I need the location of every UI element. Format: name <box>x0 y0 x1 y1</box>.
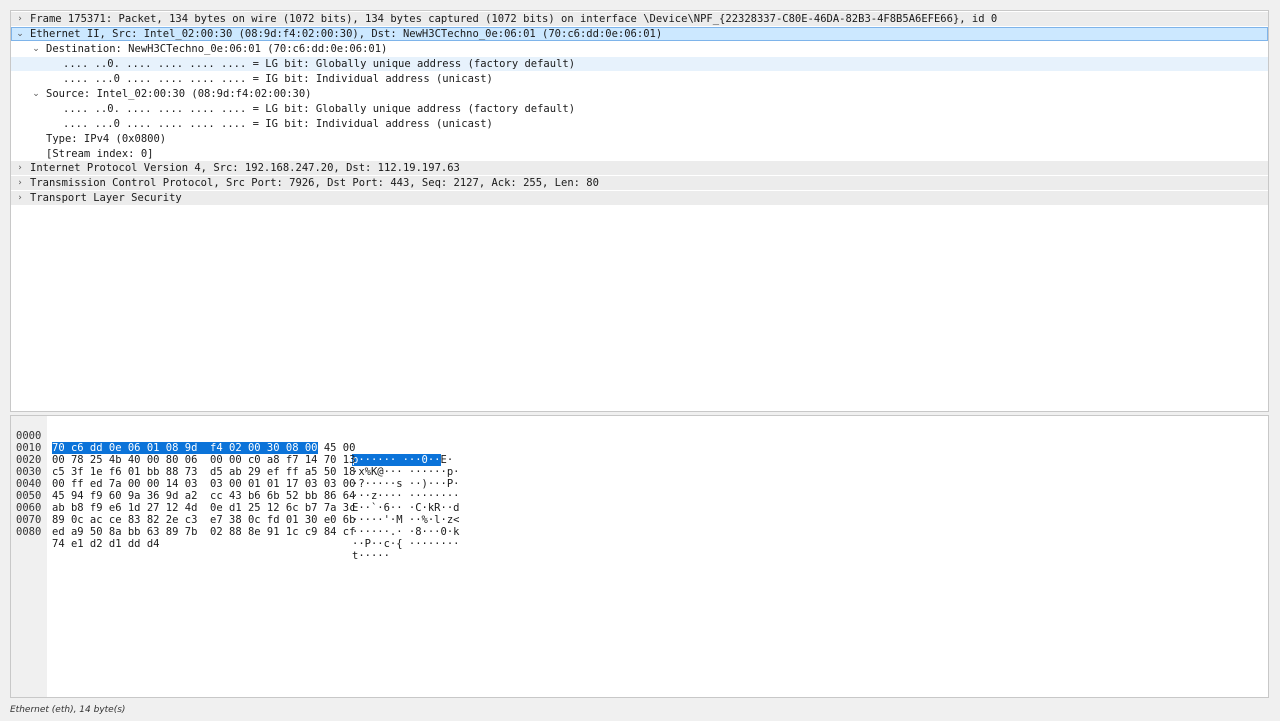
status-text: Ethernet (eth), 14 byte(s) <box>10 705 126 715</box>
tree-item-label: Frame 175371: Packet, 134 bytes on wire … <box>30 13 998 25</box>
byte-row[interactable]: 0060 89 0c ac ce 83 82 2e c3 e7 38 0c fd… <box>11 490 1268 538</box>
packet-bytes-pane[interactable]: 0000 70 c6 dd 0e 06 01 08 9d f4 02 00 30… <box>10 415 1269 698</box>
byte-row[interactable]: 0020 c5 3f 1e f6 01 bb 88 73 d5 ab 29 ef… <box>11 442 1268 490</box>
chevron-down-icon[interactable]: ⌄ <box>31 87 41 101</box>
packet-details-pane[interactable]: › Frame 175371: Packet, 134 bytes on wir… <box>10 10 1269 412</box>
status-bar: Ethernet (eth), 14 byte(s) <box>10 705 125 715</box>
byte-row[interactable]: 0080 74 e1 d2 d1 dd d4 t····· <box>11 514 1268 562</box>
tree-item-type[interactable]: Type: IPv4 (0x0800) <box>11 132 1268 146</box>
tree-item-dst-lg-bit[interactable]: .... ..0. .... .... .... .... = LG bit: … <box>11 57 1268 71</box>
byte-offset: 0080 <box>16 526 42 538</box>
tree-item-label: .... ...0 .... .... .... .... = IG bit: … <box>63 73 493 85</box>
byte-row[interactable]: 0040 45 94 f9 60 9a 36 9d a2 cc 43 b6 6b… <box>11 466 1268 514</box>
tree-item-ethernet[interactable]: ⌄ Ethernet II, Src: Intel_02:00:30 (08:9… <box>11 27 1268 41</box>
tree-item-label: Internet Protocol Version 4, Src: 192.16… <box>30 162 460 174</box>
hex-bytes[interactable]: 74 e1 d2 d1 dd d4 <box>52 538 159 550</box>
chevron-right-icon[interactable]: › <box>15 176 25 190</box>
tree-item-label: Transmission Control Protocol, Src Port:… <box>30 177 599 189</box>
hex-bytes[interactable]: ed a9 50 8a bb 63 89 7b 02 88 8e 91 1c c… <box>52 526 355 538</box>
tree-item-src-lg-bit[interactable]: .... ..0. .... .... .... .... = LG bit: … <box>11 102 1268 116</box>
tree-item-label: Ethernet II, Src: Intel_02:00:30 (08:9d:… <box>30 28 663 40</box>
chevron-right-icon[interactable]: › <box>15 12 25 26</box>
chevron-right-icon[interactable]: › <box>15 191 25 205</box>
tree-item-label: Source: Intel_02:00:30 (08:9d:f4:02:00:3… <box>46 88 312 100</box>
tree-item-label: .... ..0. .... .... .... .... = LG bit: … <box>63 58 576 70</box>
ascii-bytes[interactable]: ······.· ·8···0·k <box>352 526 459 538</box>
tree-item-label: Type: IPv4 (0x0800) <box>46 133 167 145</box>
tree-item-tls[interactable]: › Transport Layer Security <box>11 191 1268 205</box>
byte-row[interactable]: 0000 70 c6 dd 0e 06 01 08 9d f4 02 00 30… <box>11 418 1268 466</box>
tree-item-label: .... ..0. .... .... .... .... = LG bit: … <box>63 103 576 115</box>
chevron-down-icon[interactable]: ⌄ <box>15 27 25 41</box>
byte-row[interactable]: 0010 00 78 25 4b 40 00 80 06 00 00 c0 a8… <box>11 430 1268 478</box>
byte-row[interactable]: 0070 ed a9 50 8a bb 63 89 7b 02 88 8e 91… <box>11 502 1268 550</box>
chevron-down-icon[interactable]: ⌄ <box>31 42 41 56</box>
chevron-right-icon[interactable]: › <box>15 161 25 175</box>
tree-item-source[interactable]: ⌄ Source: Intel_02:00:30 (08:9d:f4:02:00… <box>11 87 1268 101</box>
tree-item-tcp[interactable]: › Transmission Control Protocol, Src Por… <box>11 176 1268 190</box>
ascii-bytes[interactable]: ··P··c·{ ········ <box>352 538 459 550</box>
tree-item-src-ig-bit[interactable]: .... ...0 .... .... .... .... = IG bit: … <box>11 117 1268 131</box>
tree-item-label: Transport Layer Security <box>30 192 182 204</box>
tree-item-destination[interactable]: ⌄ Destination: NewH3CTechno_0e:06:01 (70… <box>11 42 1268 56</box>
ascii-bytes[interactable]: t····· <box>352 550 390 562</box>
tree-item-label: [Stream index: 0] <box>46 148 154 160</box>
tree-item-frame[interactable]: › Frame 175371: Packet, 134 bytes on wir… <box>11 12 1268 26</box>
tree-item-ipv4[interactable]: › Internet Protocol Version 4, Src: 192.… <box>11 161 1268 175</box>
tree-item-label: .... ...0 .... .... .... .... = IG bit: … <box>63 118 493 130</box>
tree-item-label: Destination: NewH3CTechno_0e:06:01 (70:c… <box>46 43 388 55</box>
tree-item-stream-index[interactable]: [Stream index: 0] <box>11 147 1268 161</box>
byte-row[interactable]: 0050 ab b8 f9 e6 1d 27 12 4d 0e d1 25 12… <box>11 478 1268 526</box>
tree-item-dst-ig-bit[interactable]: .... ...0 .... .... .... .... = IG bit: … <box>11 72 1268 86</box>
byte-row[interactable]: 0030 00 ff ed 7a 00 00 14 03 03 00 01 01… <box>11 454 1268 502</box>
